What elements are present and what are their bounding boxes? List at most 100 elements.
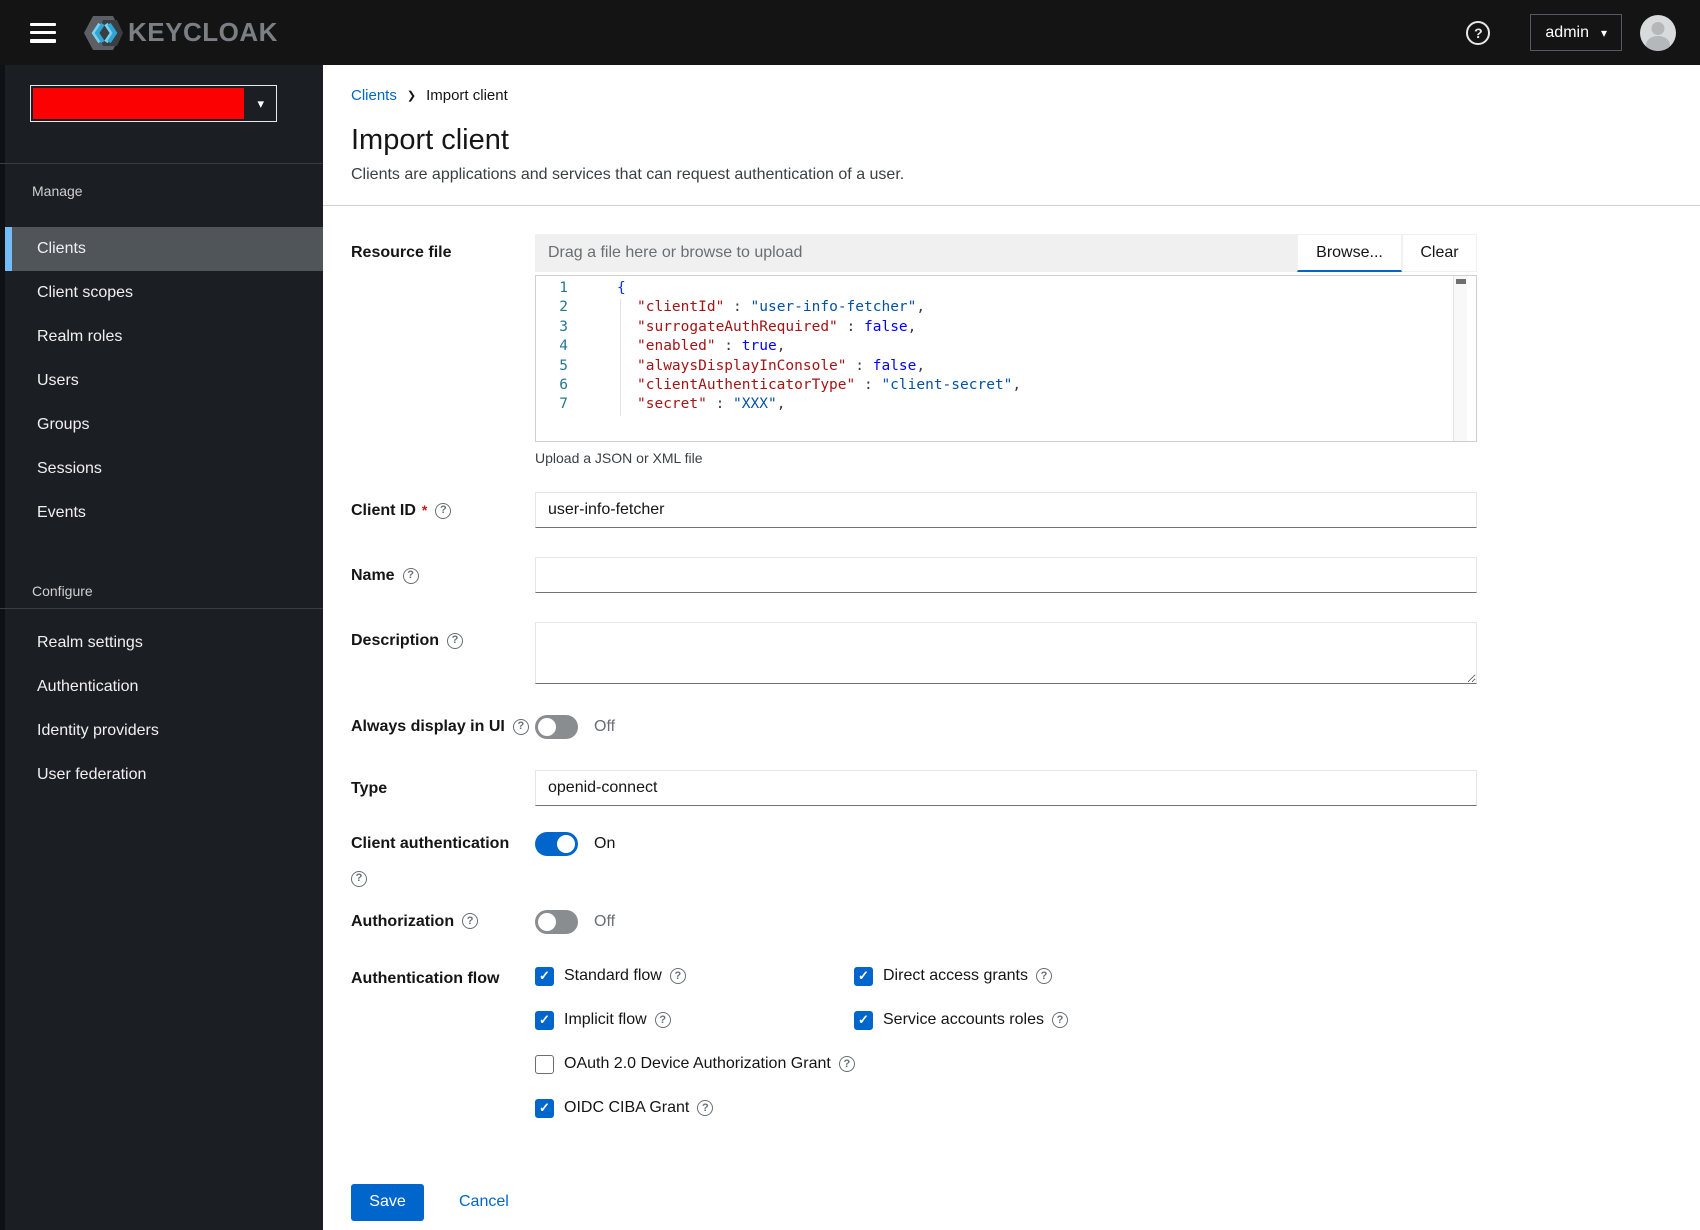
json-code-editor[interactable]: 1 { 2 "clientId" : "user-info-fetcher", … xyxy=(535,275,1477,442)
direct-access-grants-checkbox[interactable]: ✓ xyxy=(854,966,873,986)
nav-section-title-manage: Manage xyxy=(32,183,83,199)
nav-configure: Realm settings Authentication Identity p… xyxy=(0,621,323,797)
save-button[interactable]: Save xyxy=(351,1183,424,1221)
editor-scrollbar-thumb[interactable] xyxy=(1456,279,1466,284)
help-icon[interactable]: ? xyxy=(838,1056,855,1072)
client-id-label-text: Client ID xyxy=(351,502,416,519)
help-icon[interactable]: ? xyxy=(1035,968,1052,984)
file-upload-group: Drag a file here or browse to upload Bro… xyxy=(535,234,1477,272)
code-token: "user-info-fetcher" xyxy=(750,299,917,316)
help-icon[interactable]: ? xyxy=(402,567,419,584)
sidebar-item-realm-settings[interactable]: Realm settings xyxy=(5,621,323,665)
code-token: , xyxy=(907,318,917,335)
description-label-text: Description xyxy=(351,632,440,649)
file-drop-input[interactable]: Drag a file here or browse to upload xyxy=(535,234,1297,272)
help-icon[interactable]: ? xyxy=(512,718,529,735)
masthead: KEYCLOAK ? admin ▾ xyxy=(0,0,1700,65)
redacted-realm-name xyxy=(33,88,244,119)
code-token: : xyxy=(855,376,882,393)
breadcrumb-clients-link[interactable]: Clients xyxy=(351,87,397,104)
auth-flow-options-row: OAuth 2.0 Device Authorization Grant ? xyxy=(535,1054,1477,1074)
code-token: "surrogateAuthRequired" xyxy=(637,318,838,335)
line-number: 5 xyxy=(559,357,568,374)
standard-flow-label: Standard flow xyxy=(564,967,662,984)
code-token: : xyxy=(715,338,742,355)
avatar[interactable] xyxy=(1640,14,1676,51)
code-token: "enabled" xyxy=(637,338,716,355)
option-standard-flow: ✓ Standard flow ? xyxy=(535,966,854,986)
code-token: "clientAuthenticatorType" xyxy=(637,376,856,393)
code-line: 4 "enabled" : true, xyxy=(536,337,1476,356)
help-icon[interactable]: ? xyxy=(351,870,367,887)
help-icon[interactable]: ? xyxy=(1051,1012,1068,1028)
client-authentication-toggle[interactable] xyxy=(535,832,578,856)
help-icon[interactable]: ? xyxy=(669,968,686,984)
service-accounts-roles-checkbox[interactable]: ✓ xyxy=(854,1010,873,1030)
form-actions: Save Cancel xyxy=(351,1183,1700,1221)
name-input[interactable] xyxy=(535,557,1477,593)
nav-manage: Clients Client scopes Realm roles Users … xyxy=(0,227,323,535)
code-token: "alwaysDisplayInConsole" xyxy=(637,357,847,374)
line-number: 2 xyxy=(559,299,568,316)
always-display-toggle-wrap: Off xyxy=(535,715,1477,739)
help-icon[interactable]: ? xyxy=(447,632,464,649)
help-icon[interactable]: ? xyxy=(435,502,452,519)
client-id-input[interactable] xyxy=(535,492,1477,528)
name-row: Name ? xyxy=(351,557,1700,593)
help-icon[interactable]: ? xyxy=(1466,20,1491,45)
authorization-row: Authorization ? Off xyxy=(351,909,1700,934)
type-input[interactable] xyxy=(535,770,1477,806)
page-divider xyxy=(323,205,1700,206)
sidebar-item-authentication[interactable]: Authentication xyxy=(5,665,323,709)
line-number: 4 xyxy=(559,338,568,355)
check-icon: ✓ xyxy=(539,1100,550,1115)
toggle-knob xyxy=(538,912,556,931)
description-textarea[interactable] xyxy=(535,622,1477,684)
sidebar-item-identity-providers[interactable]: Identity providers xyxy=(5,709,323,753)
keycloak-logo-icon xyxy=(84,15,123,50)
implicit-flow-checkbox[interactable]: ✓ xyxy=(535,1010,554,1030)
oidc-ciba-grant-checkbox[interactable]: ✓ xyxy=(535,1098,554,1118)
code-token: , xyxy=(776,338,786,355)
user-dropdown-label: admin xyxy=(1545,23,1589,41)
sidebar-item-events[interactable]: Events xyxy=(5,491,323,535)
code-token: "clientId" xyxy=(637,299,725,316)
always-display-toggle[interactable] xyxy=(535,715,578,739)
authorization-label-text: Authorization xyxy=(351,912,455,930)
help-icon[interactable]: ? xyxy=(697,1100,714,1116)
help-icon[interactable]: ? xyxy=(462,913,479,929)
auth-flow-options-row: ✓ Implicit flow ? ✓ Service accounts rol… xyxy=(535,1010,1477,1030)
sidebar-item-user-federation[interactable]: User federation xyxy=(5,753,323,797)
code-token: : xyxy=(846,357,873,374)
type-label: Type xyxy=(351,780,388,797)
help-icon[interactable]: ? xyxy=(654,1012,671,1028)
sidebar-item-client-scopes[interactable]: Client scopes xyxy=(5,271,323,315)
realm-selector[interactable]: ▾ xyxy=(30,85,277,122)
cancel-link[interactable]: Cancel xyxy=(459,1193,509,1211)
code-line: 5 "alwaysDisplayInConsole" : false, xyxy=(536,357,1476,376)
browse-button[interactable]: Browse... xyxy=(1297,234,1402,272)
nav-toggle-hamburger-icon[interactable] xyxy=(30,22,56,43)
clear-button[interactable]: Clear xyxy=(1402,234,1477,272)
user-dropdown[interactable]: admin ▾ xyxy=(1530,14,1622,51)
sidebar-item-groups[interactable]: Groups xyxy=(5,403,323,447)
client-authentication-toggle-wrap: On xyxy=(535,832,1477,856)
standard-flow-checkbox[interactable]: ✓ xyxy=(535,966,554,986)
avatar-head xyxy=(1651,21,1665,35)
sidebar-item-realm-roles[interactable]: Realm roles xyxy=(5,315,323,359)
option-implicit-flow: ✓ Implicit flow ? xyxy=(535,1010,854,1030)
sidebar-item-sessions[interactable]: Sessions xyxy=(5,447,323,491)
sidebar-item-clients[interactable]: Clients xyxy=(5,227,323,271)
sidebar-divider xyxy=(0,608,323,609)
keycloak-logo: KEYCLOAK xyxy=(82,12,278,54)
code-token: : xyxy=(706,396,734,413)
editor-scrollbar[interactable] xyxy=(1453,276,1467,441)
help-icon-wrap: ? xyxy=(351,867,535,887)
auth-flow-options-row: ✓ Standard flow ? ✓ Direct access grants… xyxy=(535,966,1477,986)
always-display-label: Always display in UI ? xyxy=(351,715,535,736)
authorization-toggle[interactable] xyxy=(535,909,578,934)
upload-helper-text: Upload a JSON or XML file xyxy=(535,450,703,466)
sidebar-item-users[interactable]: Users xyxy=(5,359,323,403)
authorization-toggle-wrap: Off xyxy=(535,909,1477,934)
oauth-device-grant-checkbox[interactable] xyxy=(535,1054,554,1074)
